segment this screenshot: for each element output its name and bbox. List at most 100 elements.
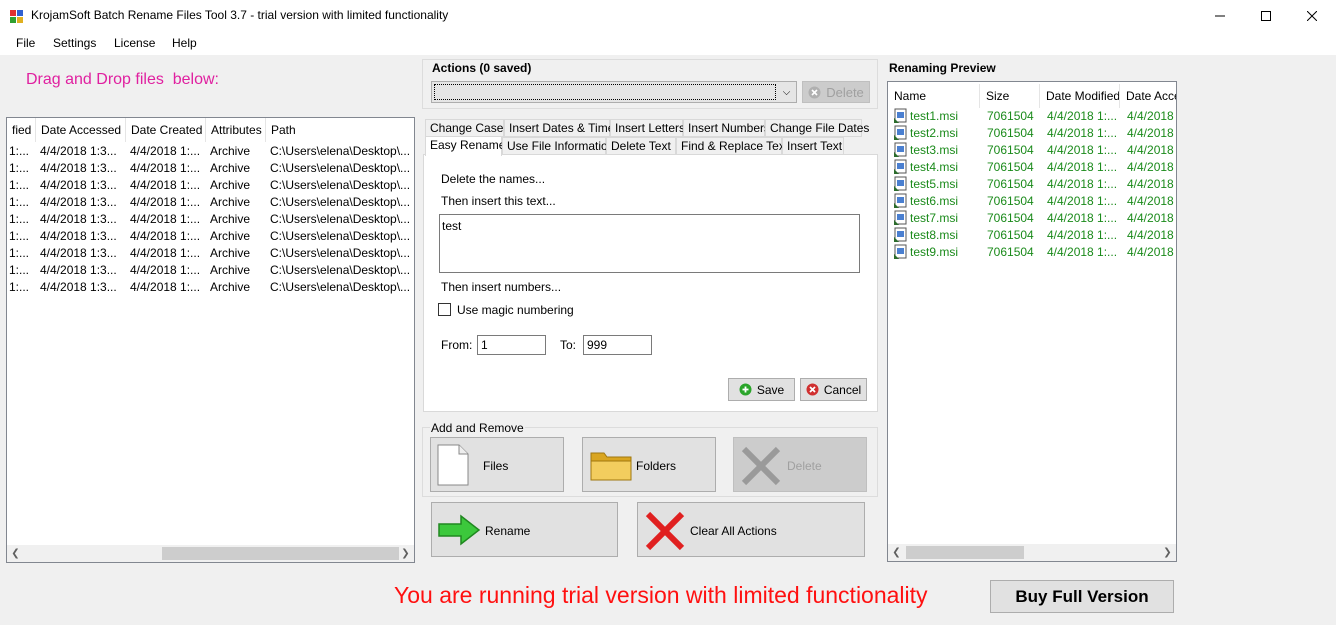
add-files-button[interactable]: Files bbox=[430, 437, 564, 492]
tab-insert-text[interactable]: Insert Text bbox=[782, 137, 844, 155]
scroll-left-icon[interactable]: ❮ bbox=[7, 545, 24, 562]
from-field[interactable]: 1 bbox=[477, 335, 546, 355]
preview-row[interactable]: test9.msi 7061504 4/4/2018 1:... 4/4/2018 bbox=[888, 244, 1176, 261]
minimize-button[interactable] bbox=[1197, 0, 1243, 31]
preview-row[interactable]: test2.msi 7061504 4/4/2018 1:... 4/4/2018 bbox=[888, 125, 1176, 142]
preview-cell: 4/4/2018 bbox=[1127, 211, 1174, 225]
column-header-date-created[interactable]: Date Created bbox=[126, 118, 206, 142]
chevron-down-icon[interactable]: ⌵ bbox=[777, 82, 796, 102]
tab-find-replace-text[interactable]: Find & Replace Text bbox=[676, 137, 788, 155]
table-row[interactable]: 1:... 4/4/2018 1:3... 4/4/2018 1:... Archiv… bbox=[7, 143, 414, 160]
table-row[interactable]: 1:... 4/4/2018 1:3... 4/4/2018 1:... Archiv… bbox=[7, 245, 414, 262]
table-cell: 4/4/2018 1:... bbox=[130, 144, 201, 158]
table-cell: 4/4/2018 1:... bbox=[130, 280, 201, 294]
msi-file-icon bbox=[894, 108, 907, 123]
table-cell: C:\Users\elena\Desktop\... bbox=[270, 178, 410, 192]
table-cell: Archive bbox=[210, 246, 251, 260]
table-cell: 1:... bbox=[9, 178, 30, 192]
preview-cell: test5.msi bbox=[910, 177, 959, 191]
table-row[interactable]: 1:... 4/4/2018 1:3... 4/4/2018 1:... Archiv… bbox=[7, 194, 414, 211]
delete-circle-icon bbox=[808, 86, 821, 98]
preview-row[interactable]: test8.msi 7061504 4/4/2018 1:... 4/4/2018 bbox=[888, 227, 1176, 244]
table-cell: 4/4/2018 1:... bbox=[130, 178, 201, 192]
menu-file[interactable]: File bbox=[16, 36, 35, 50]
preview-row[interactable]: test4.msi 7061504 4/4/2018 1:... 4/4/2018 bbox=[888, 159, 1176, 176]
preview-column-size[interactable]: Size bbox=[980, 84, 1040, 108]
preview-row[interactable]: test5.msi 7061504 4/4/2018 1:... 4/4/2018 bbox=[888, 176, 1176, 193]
tab-delete-text[interactable]: Delete Text bbox=[606, 137, 676, 155]
preview-row[interactable]: test1.msi 7061504 4/4/2018 1:... 4/4/2018 bbox=[888, 108, 1176, 125]
preview-row[interactable]: test3.msi 7061504 4/4/2018 1:... 4/4/2018 bbox=[888, 142, 1176, 159]
tab-insert-numbers[interactable]: Insert Numbers bbox=[683, 119, 770, 137]
table-cell: 4/4/2018 1:3... bbox=[40, 229, 117, 243]
table-cell: 4/4/2018 1:... bbox=[130, 195, 201, 209]
magic-numbering-checkbox[interactable] bbox=[438, 303, 451, 316]
msi-file-icon bbox=[894, 193, 907, 208]
save-button[interactable]: Save bbox=[728, 378, 795, 401]
preview-cell: 4/4/2018 1:... bbox=[1047, 211, 1118, 225]
preview-hscrollbar[interactable]: ❮ ❯ bbox=[888, 544, 1176, 561]
msi-file-icon bbox=[894, 159, 907, 174]
table-row[interactable]: 1:... 4/4/2018 1:3... 4/4/2018 1:... Archiv… bbox=[7, 211, 414, 228]
table-cell: 4/4/2018 1:3... bbox=[40, 195, 117, 209]
scroll-right-icon[interactable]: ❯ bbox=[1159, 544, 1176, 561]
file-list[interactable]: fied Date Accessed Date Created Attribut… bbox=[6, 117, 415, 563]
table-cell: 1:... bbox=[9, 212, 30, 226]
tab-use-file-information[interactable]: Use File Information bbox=[502, 137, 614, 155]
rename-button[interactable]: Rename bbox=[431, 502, 618, 557]
clear-all-actions-button[interactable]: Clear All Actions bbox=[637, 502, 865, 557]
preview-cell: 7061504 bbox=[987, 143, 1034, 157]
trial-message: You are running trial version with limit… bbox=[394, 582, 928, 608]
preview-column-date-modified[interactable]: Date Modified bbox=[1040, 84, 1120, 108]
preview-row[interactable]: test6.msi 7061504 4/4/2018 1:... 4/4/2018 bbox=[888, 193, 1176, 210]
tab-insert-dates-times[interactable]: Insert Dates & Times bbox=[504, 119, 620, 137]
menu-help[interactable]: Help bbox=[172, 36, 197, 50]
insert-numbers-label: Then insert numbers... bbox=[441, 280, 562, 294]
table-row[interactable]: 1:... 4/4/2018 1:3... 4/4/2018 1:... Archiv… bbox=[7, 160, 414, 177]
maximize-button[interactable] bbox=[1243, 0, 1289, 31]
preview-list[interactable]: Name Size Date Modified Date Acce test1.… bbox=[887, 81, 1177, 562]
close-button[interactable] bbox=[1289, 0, 1335, 31]
column-header-date-accessed[interactable]: Date Accessed bbox=[36, 118, 126, 142]
table-cell: C:\Users\elena\Desktop\... bbox=[270, 246, 410, 260]
preview-row[interactable]: test7.msi 7061504 4/4/2018 1:... 4/4/2018 bbox=[888, 210, 1176, 227]
folder-icon bbox=[590, 452, 632, 481]
preview-cell: 7061504 bbox=[987, 228, 1034, 242]
preview-column-name[interactable]: Name bbox=[888, 84, 980, 108]
arrow-right-icon bbox=[438, 514, 481, 546]
table-row[interactable]: 1:... 4/4/2018 1:3... 4/4/2018 1:... Archiv… bbox=[7, 279, 414, 296]
actions-delete-button[interactable]: Delete bbox=[802, 81, 870, 103]
column-header-date-modified[interactable]: fied bbox=[7, 118, 36, 142]
tab-easy-rename[interactable]: Easy Rename bbox=[425, 136, 505, 156]
menu-settings[interactable]: Settings bbox=[53, 36, 96, 50]
remove-delete-button[interactable]: Delete bbox=[733, 437, 867, 492]
preview-cell: 4/4/2018 bbox=[1127, 177, 1174, 191]
scroll-right-icon[interactable]: ❯ bbox=[397, 545, 414, 562]
table-row[interactable]: 1:... 4/4/2018 1:3... 4/4/2018 1:... Archiv… bbox=[7, 177, 414, 194]
to-field[interactable]: 999 bbox=[583, 335, 652, 355]
column-header-path[interactable]: Path bbox=[266, 118, 414, 142]
menu-license[interactable]: License bbox=[114, 36, 155, 50]
table-cell: Archive bbox=[210, 280, 251, 294]
table-cell: C:\Users\elena\Desktop\... bbox=[270, 229, 410, 243]
drag-drop-label: Drag and Drop files below: bbox=[26, 71, 219, 88]
table-row[interactable]: 1:... 4/4/2018 1:3... 4/4/2018 1:... Archiv… bbox=[7, 262, 414, 279]
preview-column-date-accessed[interactable]: Date Acce bbox=[1120, 84, 1176, 108]
buy-full-version-button[interactable]: Buy Full Version bbox=[990, 580, 1174, 613]
file-list-hscrollbar[interactable]: ❮ ❯ bbox=[7, 545, 414, 562]
table-cell: 4/4/2018 1:... bbox=[130, 229, 201, 243]
column-header-attributes[interactable]: Attributes bbox=[206, 118, 266, 142]
scroll-thumb[interactable] bbox=[162, 547, 399, 560]
tab-change-file-dates[interactable]: Change File Dates bbox=[765, 119, 869, 137]
cancel-button[interactable]: Cancel bbox=[800, 378, 867, 401]
tab-insert-letters[interactable]: Insert Letters bbox=[610, 119, 685, 137]
preview-cell: 7061504 bbox=[987, 194, 1034, 208]
tab-change-case[interactable]: Change Case bbox=[425, 119, 504, 137]
add-folders-button[interactable]: Folders bbox=[582, 437, 716, 492]
scroll-left-icon[interactable]: ❮ bbox=[888, 544, 905, 561]
maximize-icon bbox=[1261, 10, 1271, 21]
table-row[interactable]: 1:... 4/4/2018 1:3... 4/4/2018 1:... Archiv… bbox=[7, 228, 414, 245]
insert-text-field[interactable]: test bbox=[439, 214, 860, 273]
scroll-thumb[interactable] bbox=[906, 546, 1024, 559]
files-label: Files bbox=[483, 459, 509, 473]
